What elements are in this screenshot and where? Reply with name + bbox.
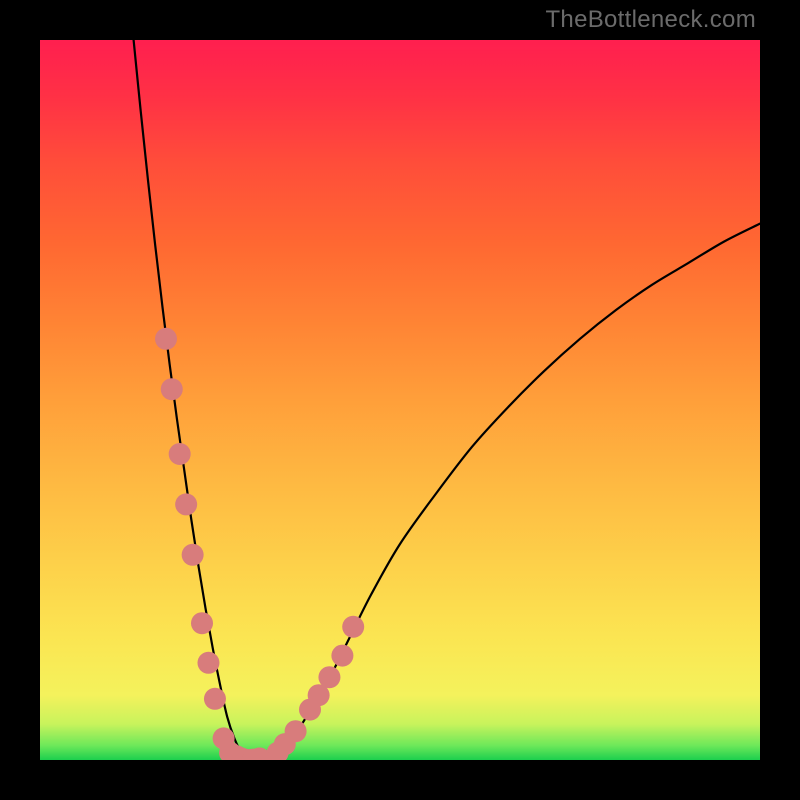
data-dot: [285, 720, 307, 742]
plot-area: [40, 40, 760, 760]
watermark-text: TheBottleneck.com: [545, 6, 756, 34]
bottleneck-curve: [134, 40, 760, 760]
data-dot: [182, 544, 204, 566]
data-dot: [204, 688, 226, 710]
data-dot: [155, 328, 177, 350]
dots-bottom: [226, 745, 271, 760]
data-dot: [175, 493, 197, 515]
data-dot: [331, 645, 353, 667]
dots-right: [249, 616, 365, 760]
data-dot: [197, 652, 219, 674]
dots-left: [155, 328, 248, 760]
data-dot: [191, 612, 213, 634]
data-dot: [342, 616, 364, 638]
data-dot: [161, 378, 183, 400]
chart-frame: TheBottleneck.com: [0, 0, 800, 800]
data-dot: [318, 666, 340, 688]
chart-overlay: [40, 40, 760, 760]
data-dot: [169, 443, 191, 465]
